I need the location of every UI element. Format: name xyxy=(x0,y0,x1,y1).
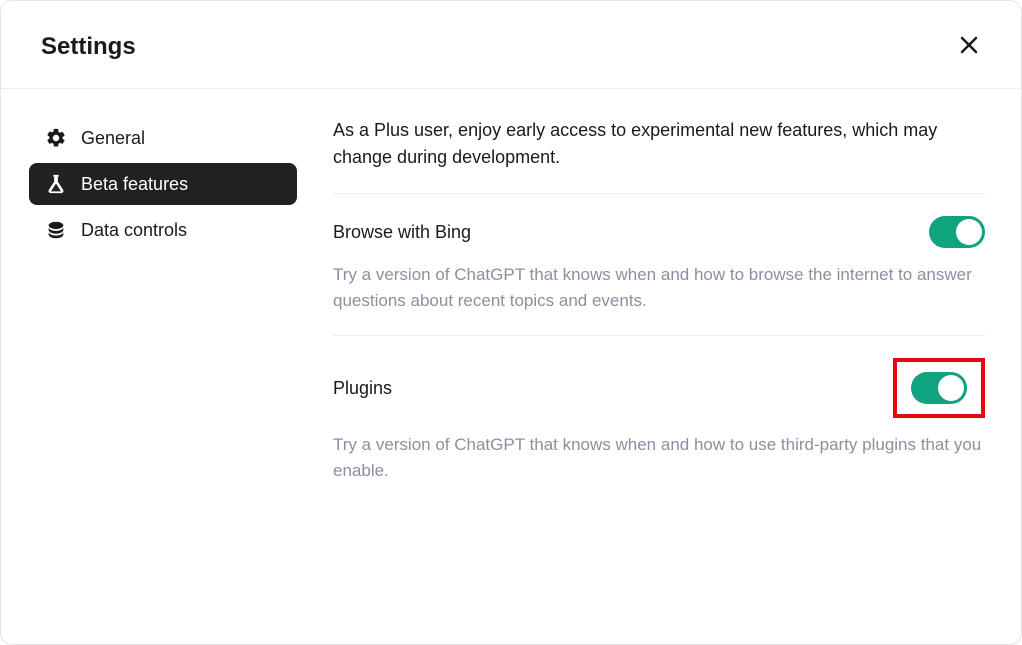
settings-modal: Settings General xyxy=(0,0,1022,645)
feature-header: Browse with Bing xyxy=(333,216,985,248)
flask-icon xyxy=(45,173,67,195)
settings-sidebar: General Beta features Data controls xyxy=(29,117,297,616)
highlight-annotation xyxy=(893,358,985,418)
feature-header: Plugins xyxy=(333,358,985,418)
sidebar-item-label: Beta features xyxy=(81,174,188,195)
modal-body: General Beta features Data controls xyxy=(1,89,1021,644)
feature-browse-with-bing: Browse with Bing Try a version of ChatGP… xyxy=(333,194,985,336)
gear-icon xyxy=(45,127,67,149)
database-icon xyxy=(45,219,67,241)
sidebar-item-general[interactable]: General xyxy=(29,117,297,159)
sidebar-item-label: General xyxy=(81,128,145,149)
toggle-plugins[interactable] xyxy=(911,372,967,404)
sidebar-item-label: Data controls xyxy=(81,220,187,241)
feature-plugins: Plugins Try a version of ChatGPT that kn… xyxy=(333,336,985,505)
feature-title: Plugins xyxy=(333,378,392,399)
feature-title: Browse with Bing xyxy=(333,222,471,243)
feature-description: Try a version of ChatGPT that knows when… xyxy=(333,432,985,483)
close-icon xyxy=(957,33,981,60)
toggle-browse-with-bing[interactable] xyxy=(929,216,985,248)
sidebar-item-beta-features[interactable]: Beta features xyxy=(29,163,297,205)
modal-title: Settings xyxy=(41,33,136,61)
feature-description: Try a version of ChatGPT that knows when… xyxy=(333,262,985,313)
intro-text: As a Plus user, enjoy early access to ex… xyxy=(333,117,985,194)
settings-content: As a Plus user, enjoy early access to ex… xyxy=(333,117,985,616)
close-button[interactable] xyxy=(953,29,985,64)
modal-header: Settings xyxy=(1,1,1021,89)
sidebar-item-data-controls[interactable]: Data controls xyxy=(29,209,297,251)
